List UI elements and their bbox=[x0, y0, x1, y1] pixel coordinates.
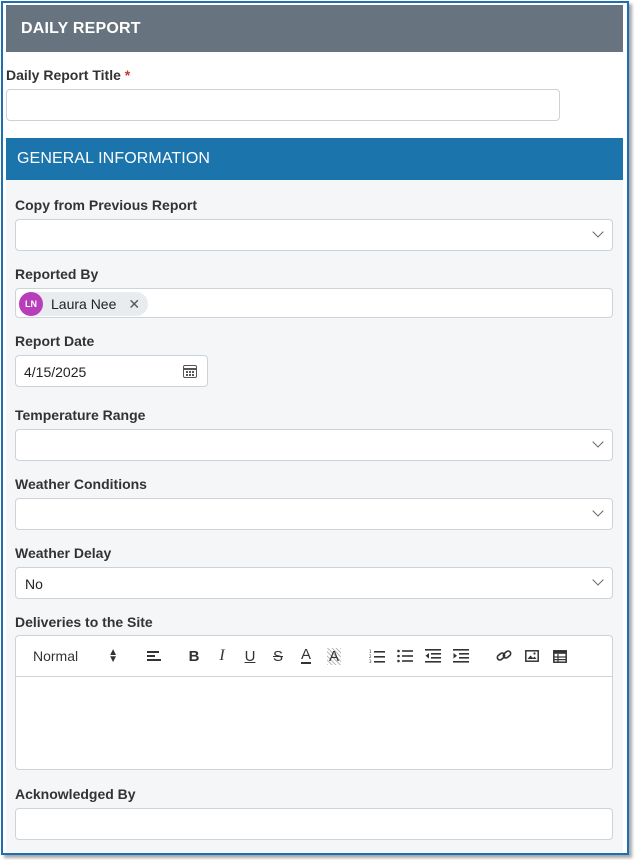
report-date-label: Report Date bbox=[15, 333, 95, 349]
font-color-icon[interactable]: A bbox=[295, 636, 317, 676]
table-icon[interactable] bbox=[549, 636, 571, 676]
highlight-icon[interactable]: A bbox=[323, 636, 345, 676]
deliveries-rich-text-editor: Normal ▲ ▼ B I U S A A 123 bbox=[15, 635, 613, 770]
deliveries-editor-body[interactable] bbox=[16, 677, 612, 769]
daily-report-title-input[interactable] bbox=[6, 89, 560, 121]
reported-by-picker[interactable]: LN Laura Nee ✕ bbox=[15, 288, 613, 318]
general-information-section: GENERAL INFORMATION Copy from Previous R… bbox=[6, 138, 623, 853]
user-chip-name: Laura Nee bbox=[51, 296, 117, 312]
report-date-input[interactable]: 4/15/2025 bbox=[15, 355, 208, 387]
bold-icon[interactable]: B bbox=[183, 636, 205, 676]
user-chip: LN Laura Nee ✕ bbox=[19, 292, 149, 316]
italic-icon[interactable]: I bbox=[211, 636, 233, 676]
acknowledged-by-label: Acknowledged By bbox=[15, 786, 136, 802]
chevron-down-icon bbox=[592, 226, 604, 238]
calendar-icon[interactable] bbox=[183, 365, 197, 378]
deliveries-label: Deliveries to the Site bbox=[15, 614, 153, 630]
indent-icon[interactable] bbox=[450, 636, 472, 676]
report-window: DAILY REPORT Daily Report Title * GENERA… bbox=[1, 1, 629, 855]
section-title: GENERAL INFORMATION bbox=[6, 138, 623, 180]
copy-from-select[interactable] bbox=[15, 219, 613, 251]
temperature-range-select[interactable] bbox=[15, 429, 613, 461]
svg-text:3: 3 bbox=[369, 659, 372, 663]
weather-conditions-label: Weather Conditions bbox=[15, 476, 147, 492]
editor-toolbar: Normal ▲ ▼ B I U S A A 123 bbox=[16, 636, 612, 677]
acknowledged-by-input[interactable] bbox=[15, 808, 613, 840]
link-icon[interactable] bbox=[493, 636, 515, 676]
underline-icon[interactable]: U bbox=[239, 636, 261, 676]
reported-by-label: Reported By bbox=[15, 266, 99, 282]
format-select[interactable]: Normal ▲ ▼ bbox=[33, 636, 123, 676]
strikethrough-icon[interactable]: S bbox=[267, 636, 289, 676]
avatar: LN bbox=[19, 292, 43, 316]
temperature-range-label: Temperature Range bbox=[15, 407, 146, 423]
chevron-down-icon bbox=[592, 574, 604, 586]
copy-from-label: Copy from Previous Report bbox=[15, 197, 198, 213]
close-icon[interactable]: ✕ bbox=[128, 296, 140, 313]
sort-arrows-icon: ▲ ▼ bbox=[108, 647, 119, 665]
chevron-down-icon bbox=[592, 436, 604, 448]
weather-conditions-select[interactable] bbox=[15, 498, 613, 530]
required-marker: * bbox=[124, 67, 131, 83]
align-left-icon[interactable] bbox=[143, 636, 165, 676]
image-icon[interactable] bbox=[521, 636, 543, 676]
chevron-down-icon bbox=[592, 505, 604, 517]
ordered-list-icon[interactable]: 123 bbox=[366, 636, 388, 676]
outdent-icon[interactable] bbox=[422, 636, 444, 676]
weather-delay-label: Weather Delay bbox=[15, 545, 112, 561]
page-title: DAILY REPORT bbox=[6, 5, 623, 52]
daily-report-title-label: Daily Report Title * bbox=[6, 67, 131, 83]
bullet-list-icon[interactable] bbox=[394, 636, 416, 676]
weather-delay-select[interactable]: No bbox=[15, 567, 613, 599]
